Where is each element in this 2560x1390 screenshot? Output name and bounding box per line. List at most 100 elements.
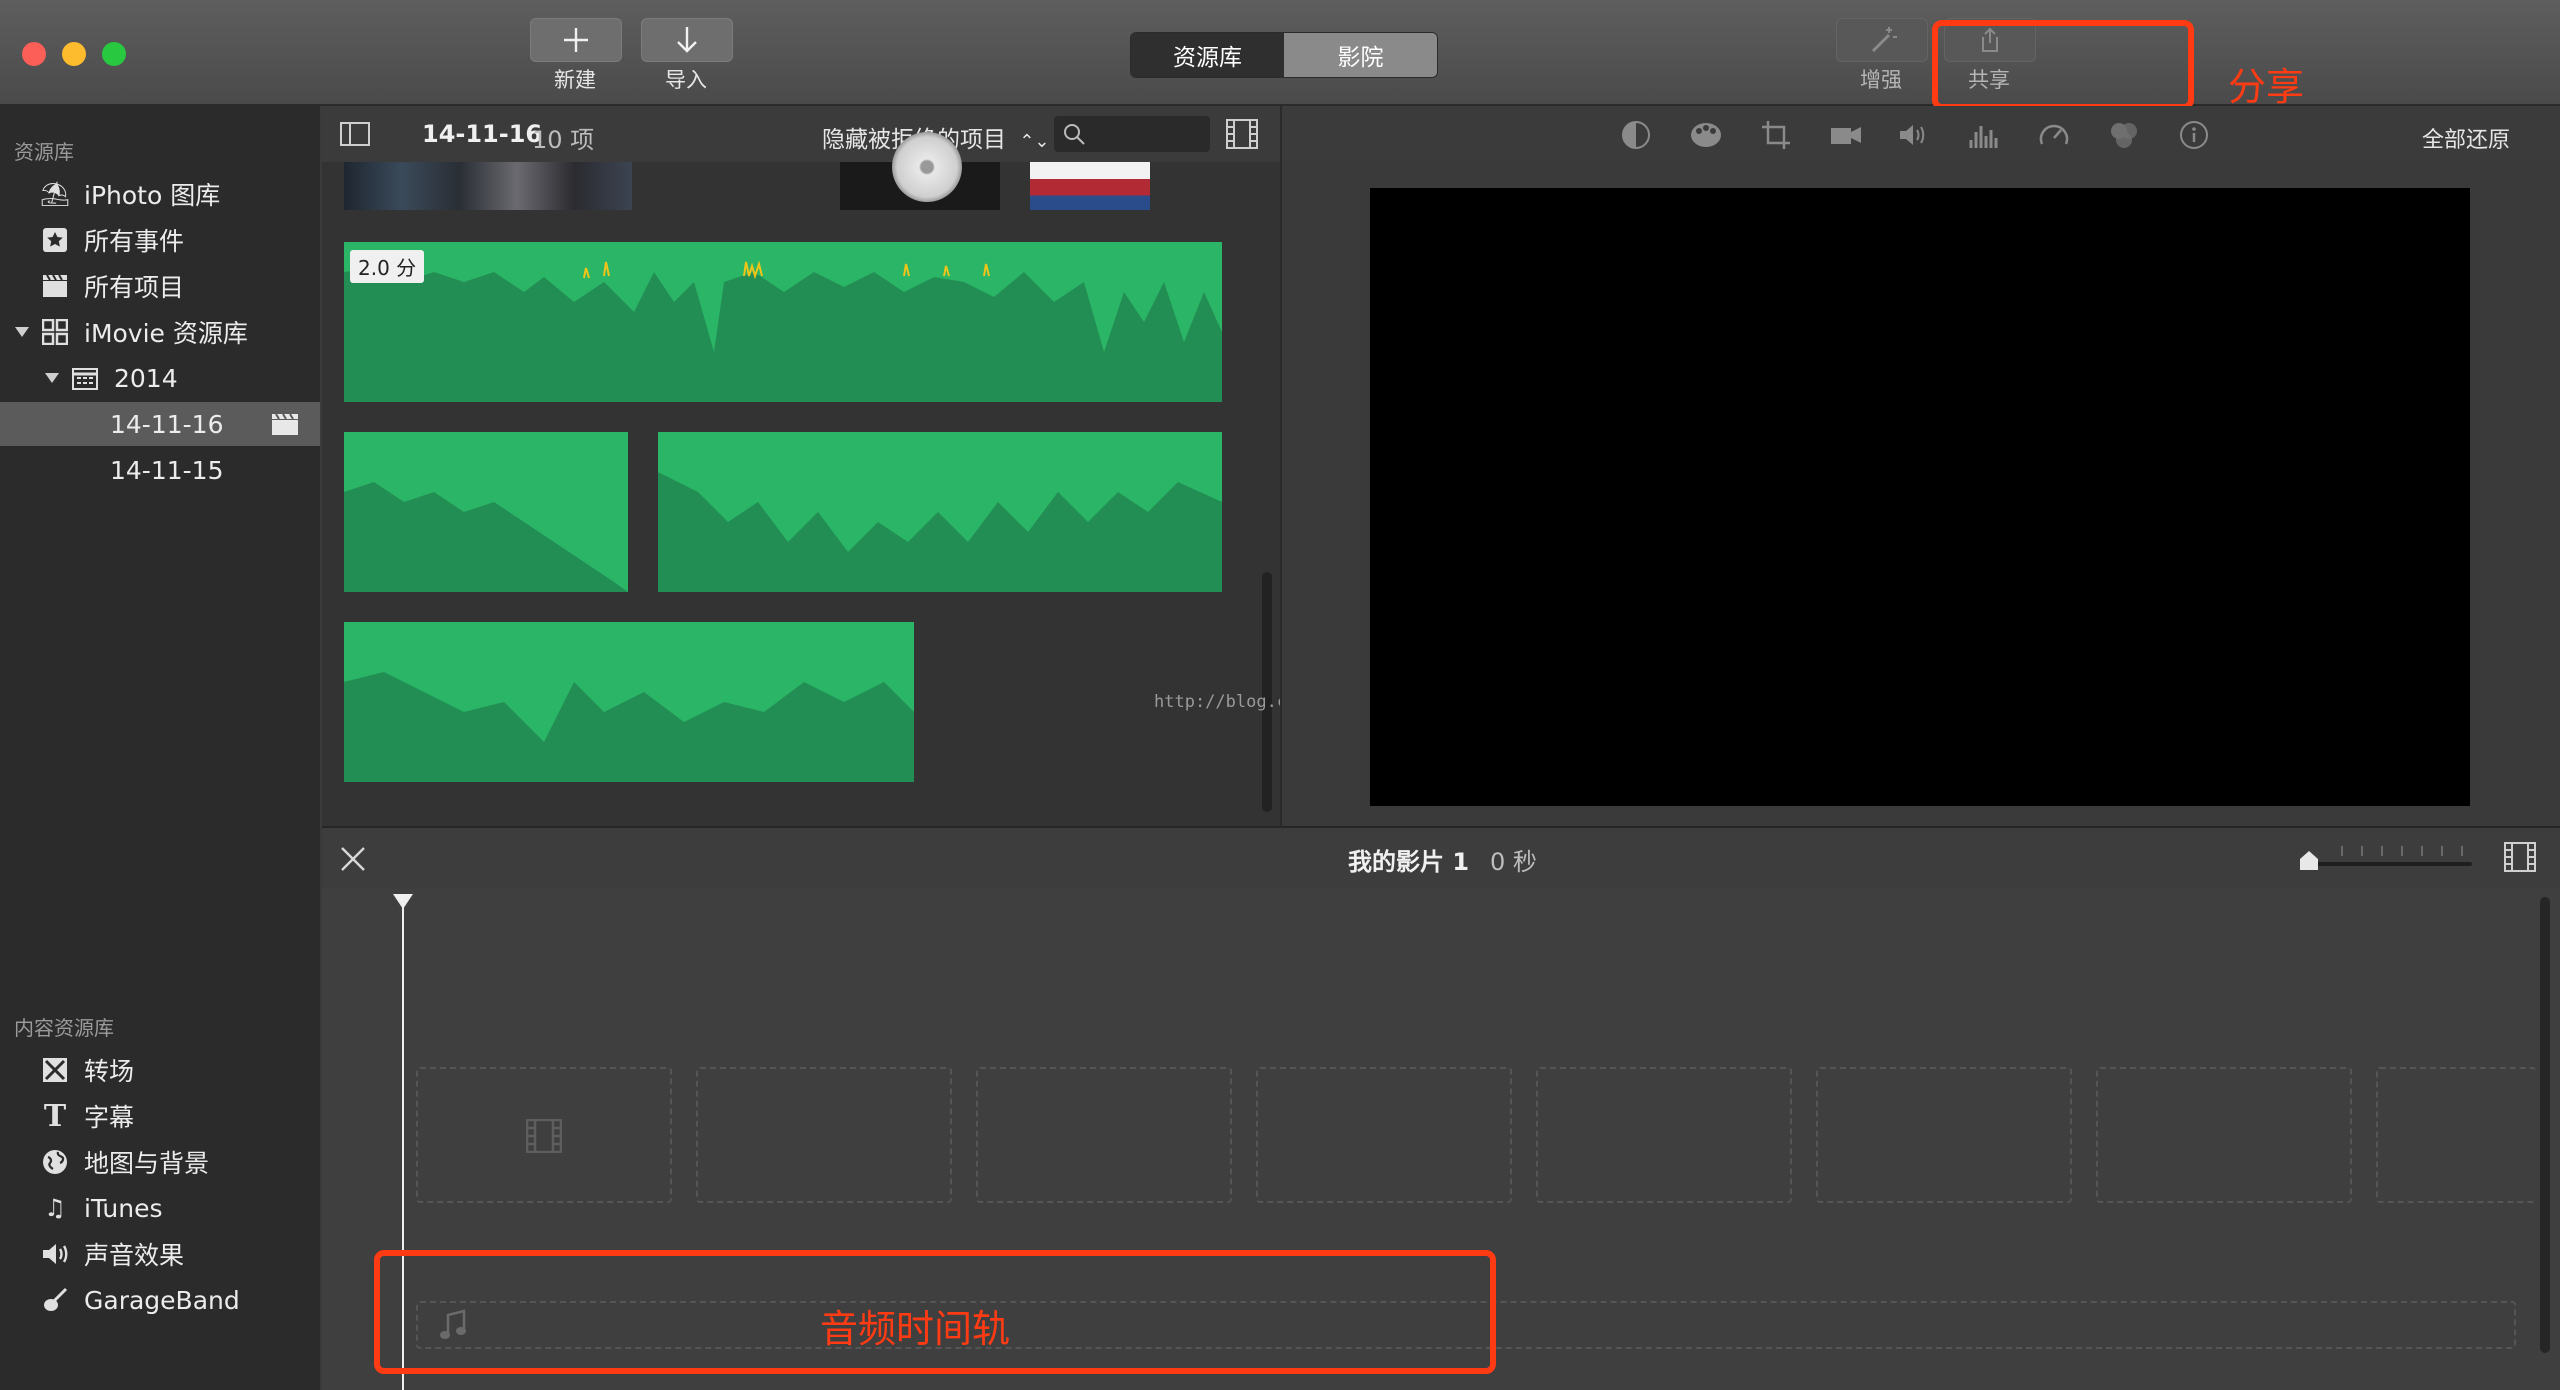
close-icon[interactable] bbox=[340, 846, 366, 872]
magic-wand-icon bbox=[1871, 27, 1897, 53]
sidebar-item-label: 14-11-16 bbox=[110, 409, 224, 439]
sidebar-item-titles[interactable]: T 字幕 bbox=[0, 1094, 320, 1138]
zoom-slider[interactable] bbox=[2300, 846, 2472, 870]
content-library-header: 内容资源库 bbox=[14, 1016, 114, 1040]
sidebar-item-maps-backgrounds[interactable]: 地图与背景 bbox=[0, 1140, 320, 1184]
empty-clip-slot[interactable] bbox=[2376, 1067, 2536, 1203]
speed-icon[interactable] bbox=[2036, 120, 2072, 150]
audio-waveform bbox=[344, 672, 914, 782]
sidebar-item-all-projects[interactable]: 所有项目 bbox=[0, 264, 320, 308]
sidebar-item-2014[interactable]: 2014 bbox=[0, 356, 320, 400]
video-clip-thumbnail[interactable] bbox=[344, 162, 632, 210]
filter-icon[interactable] bbox=[2106, 120, 2142, 150]
empty-clip-slot[interactable] bbox=[416, 1067, 672, 1203]
audio-clip[interactable]: 2.0 分 bbox=[344, 242, 1222, 402]
palm-tree-icon: ⛱ bbox=[39, 180, 71, 208]
search-icon bbox=[1064, 124, 1085, 145]
viewer-toolbar: 全部还原 bbox=[1282, 106, 2560, 163]
browser-header: 14-11-16 10 项 隐藏被拒绝的项目 ⌃⌄ bbox=[322, 106, 1280, 163]
share-highlight-box bbox=[1932, 20, 2194, 110]
globe-icon bbox=[40, 1147, 70, 1177]
sidebar-item-sound-effects[interactable]: 声音效果 bbox=[0, 1232, 320, 1276]
sidebar-item-iphoto[interactable]: ⛱ iPhoto 图库 bbox=[0, 172, 320, 216]
grid-icon bbox=[40, 317, 70, 347]
tab-library[interactable]: 资源库 bbox=[1131, 33, 1284, 77]
empty-clip-slot[interactable] bbox=[1536, 1067, 1792, 1203]
audio-clip[interactable] bbox=[344, 432, 628, 592]
sidebar-item-imovie-library[interactable]: iMovie 资源库 bbox=[0, 310, 320, 354]
disclosure-triangle-icon[interactable] bbox=[44, 371, 60, 385]
palette-icon[interactable] bbox=[1688, 120, 1724, 150]
sidebar-item-label: iTunes bbox=[84, 1193, 163, 1223]
plus-icon bbox=[564, 28, 588, 52]
library-header: 资源库 bbox=[14, 140, 74, 164]
audio-waveform bbox=[344, 260, 1222, 402]
import-button[interactable] bbox=[641, 18, 733, 62]
empty-clip-slot[interactable] bbox=[696, 1067, 952, 1203]
sidebar-item-label: 字幕 bbox=[84, 1103, 135, 1132]
camera-stabilization-icon[interactable] bbox=[1828, 120, 1864, 150]
project-duration: 0 秒 bbox=[1490, 848, 1537, 876]
share-annotation: 分享 bbox=[2228, 65, 2305, 109]
new-button[interactable] bbox=[530, 18, 622, 62]
sidebar-item-14-11-16[interactable]: 14-11-16 bbox=[0, 402, 320, 446]
view-segmented-control: 资源库 影院 bbox=[1130, 32, 1438, 78]
video-clip-thumbnail[interactable] bbox=[1030, 162, 1150, 210]
empty-clip-slot[interactable] bbox=[976, 1067, 1232, 1203]
new-label: 新建 bbox=[554, 68, 596, 92]
info-icon[interactable] bbox=[2176, 120, 2212, 150]
restore-all-button[interactable]: 全部还原 bbox=[2422, 122, 2510, 154]
audio-clip[interactable] bbox=[658, 432, 1222, 592]
sidebar-item-transitions[interactable]: 转场 bbox=[0, 1048, 320, 1092]
sidebar-item-label: 14-11-15 bbox=[110, 455, 224, 485]
tab-theater[interactable]: 影院 bbox=[1284, 33, 1437, 77]
sidebar-item-14-11-15[interactable]: 14-11-15 bbox=[0, 448, 320, 492]
star-icon bbox=[40, 225, 70, 255]
video-clip-thumbnail[interactable] bbox=[840, 132, 1000, 210]
sidebar-item-label: iPhoto 图库 bbox=[84, 181, 221, 210]
audio-waveform bbox=[344, 482, 628, 592]
video-preview[interactable] bbox=[1370, 188, 2470, 806]
audio-track-annotation: 音频时间轨 bbox=[820, 1307, 1011, 1351]
color-balance-icon[interactable] bbox=[1618, 120, 1654, 150]
sidebar-item-label: 地图与背景 bbox=[84, 1149, 210, 1178]
crop-icon[interactable] bbox=[1758, 120, 1794, 150]
timeline-scrollbar[interactable] bbox=[2540, 897, 2550, 1353]
audio-waveform bbox=[658, 472, 1222, 592]
sidebar: 资源库 ⛱ iPhoto 图库 所有事件 所有项目 iMovie 资源库 201… bbox=[0, 106, 320, 1390]
slider-track bbox=[2302, 862, 2472, 866]
sidebar-item-all-events[interactable]: 所有事件 bbox=[0, 218, 320, 262]
sidebar-item-label: 转场 bbox=[84, 1057, 135, 1086]
speaker-icon bbox=[40, 1239, 70, 1269]
empty-clip-slot[interactable] bbox=[1256, 1067, 1512, 1203]
minimize-window-button[interactable] bbox=[62, 42, 86, 66]
clapper-icon bbox=[40, 271, 70, 301]
sidebar-item-itunes[interactable]: ♫ iTunes bbox=[0, 1186, 320, 1230]
import-label: 导入 bbox=[665, 68, 707, 92]
disclosure-triangle-icon[interactable] bbox=[14, 325, 30, 339]
filmstrip-icon[interactable] bbox=[1226, 119, 1258, 149]
timeline-header: 我的影片 1 0 秒 bbox=[322, 826, 2560, 889]
cd-disc-icon bbox=[892, 132, 962, 202]
close-window-button[interactable] bbox=[22, 42, 46, 66]
slider-thumb[interactable] bbox=[2298, 850, 2320, 872]
equalizer-icon[interactable] bbox=[1966, 120, 2002, 150]
sidebar-item-label: 所有项目 bbox=[84, 273, 185, 302]
slider-ticks bbox=[2341, 846, 2463, 856]
volume-icon[interactable] bbox=[1896, 120, 1932, 150]
viewer-pane bbox=[1282, 162, 2560, 826]
empty-clip-slot[interactable] bbox=[2096, 1067, 2352, 1203]
empty-clip-slot[interactable] bbox=[1816, 1067, 2072, 1203]
search-input[interactable] bbox=[1054, 116, 1210, 152]
audio-clip[interactable] bbox=[344, 622, 914, 782]
enhance-button[interactable] bbox=[1836, 18, 1928, 62]
arrow-down-icon bbox=[677, 27, 697, 53]
sidebar-item-label: GarageBand bbox=[84, 1285, 240, 1315]
zoom-window-button[interactable] bbox=[102, 42, 126, 66]
filmstrip-icon[interactable] bbox=[2504, 842, 2536, 872]
duration-badge: 2.0 分 bbox=[350, 250, 425, 283]
sidebar-item-label: 2014 bbox=[114, 363, 178, 393]
sidebar-toggle-icon[interactable] bbox=[340, 122, 370, 146]
sidebar-item-garageband[interactable]: GarageBand bbox=[0, 1278, 320, 1322]
guitar-icon bbox=[40, 1285, 70, 1315]
